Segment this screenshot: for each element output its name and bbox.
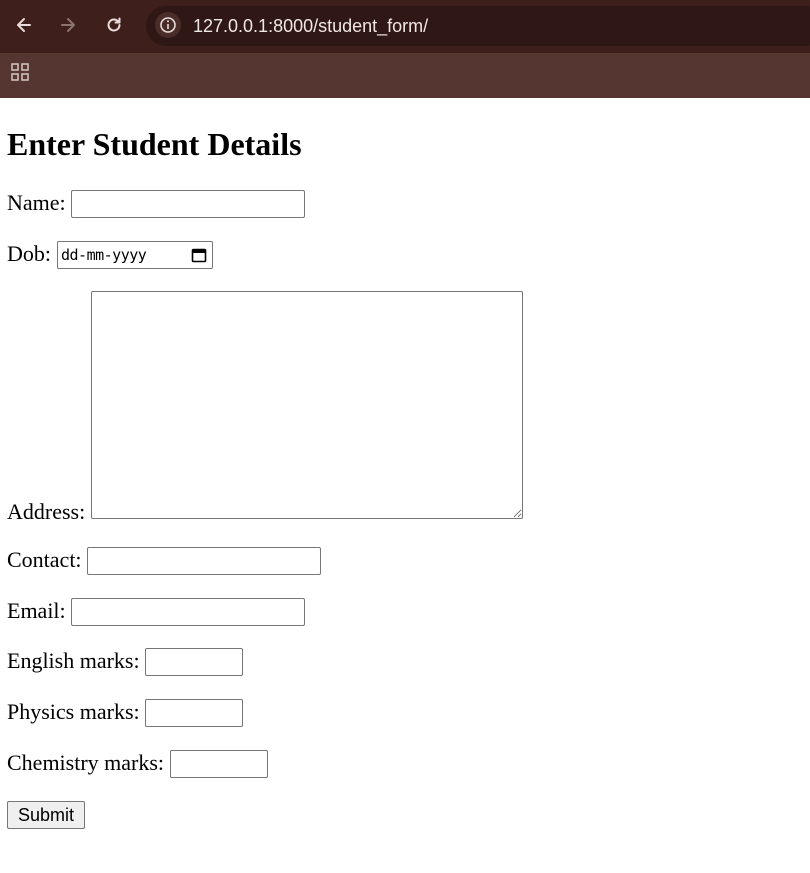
page-title: Enter Student Details: [7, 126, 302, 162]
dob-date-input[interactable]: dd-mm-yyyy: [57, 241, 213, 269]
back-arrow-icon[interactable]: [10, 11, 38, 39]
physics-marks-input[interactable]: [145, 699, 243, 727]
reload-icon[interactable]: [100, 11, 128, 39]
physics-marks-label: Physics marks:: [7, 699, 140, 724]
english-marks-input[interactable]: [145, 648, 243, 676]
url-text[interactable]: 127.0.0.1:8000/student_form/: [193, 15, 428, 37]
name-label: Name:: [7, 190, 66, 215]
forward-arrow-icon[interactable]: [54, 11, 82, 39]
dob-placeholder: dd-mm-yyyy: [61, 246, 147, 264]
address-textarea[interactable]: [91, 291, 523, 519]
name-input[interactable]: [71, 190, 305, 218]
info-icon[interactable]: [155, 12, 181, 38]
calendar-icon[interactable]: [191, 247, 207, 263]
contact-label: Contact:: [7, 547, 82, 572]
submit-button[interactable]: Submit: [7, 801, 85, 829]
apps-grid-icon[interactable]: [11, 63, 29, 81]
chemistry-marks-label: Chemistry marks:: [7, 750, 165, 775]
browser-chrome: 127.0.0.1:8000/student_form/: [0, 0, 810, 98]
email-input[interactable]: [71, 598, 305, 626]
chemistry-marks-input[interactable]: [170, 750, 268, 778]
dob-label: Dob:: [7, 241, 51, 266]
english-marks-label: English marks:: [7, 648, 140, 673]
email-label: Email:: [7, 598, 66, 623]
address-label: Address:: [7, 499, 86, 524]
contact-input[interactable]: [87, 547, 321, 575]
